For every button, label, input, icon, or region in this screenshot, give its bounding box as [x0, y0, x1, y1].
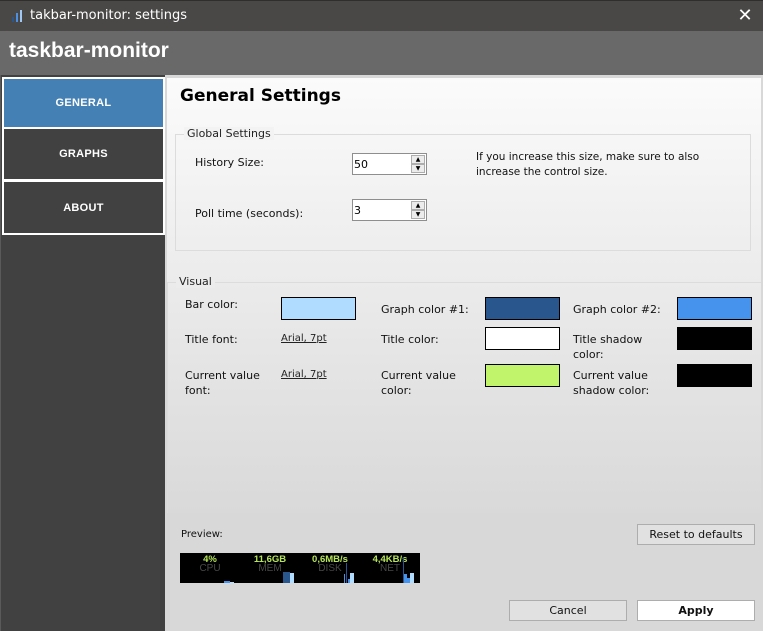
current-value-shadow-color-swatch[interactable]	[677, 364, 752, 387]
visual-group: Visual Bar color: Graph color #1: Graph …	[167, 275, 761, 513]
cancel-button[interactable]: Cancel	[509, 600, 627, 621]
bar-color-label: Bar color:	[185, 298, 238, 311]
title-color-label: Title color:	[381, 333, 439, 346]
current-value-color-swatch[interactable]	[485, 364, 560, 387]
preview-disk: 0,6MB/s DISK	[300, 553, 360, 583]
preview-graph-bar	[290, 573, 294, 583]
graph-color-2-swatch[interactable]	[677, 297, 752, 320]
global-settings-group: Global Settings History Size: ▲ ▼ Poll t…	[175, 127, 751, 251]
poll-time-stepper[interactable]: ▲ ▼	[352, 199, 427, 221]
preview-title: CPU	[199, 563, 221, 574]
title-font-label: Title font:	[185, 333, 238, 346]
title-color-swatch[interactable]	[485, 327, 560, 350]
preview-graph-bar	[350, 573, 354, 583]
current-value-font-label: Current value font:	[185, 369, 260, 397]
graph-color-1-swatch[interactable]	[485, 297, 560, 320]
close-button[interactable]: ✕	[733, 4, 757, 28]
preview-label: Preview:	[181, 529, 223, 540]
sidebar-item-general[interactable]: GENERAL	[2, 77, 165, 129]
preview-graph-bar	[230, 582, 234, 583]
graph-color-1-label: Graph color #1:	[381, 303, 469, 316]
current-value-color-label: Current value color:	[381, 369, 456, 397]
app-header: taskbar-monitor	[0, 31, 763, 75]
group-legend: Visual	[176, 275, 215, 288]
title-bar: takbar-monitor: settings ✕	[0, 0, 763, 31]
sidebar: GENERAL GRAPHS ABOUT	[0, 75, 165, 631]
current-value-font-link[interactable]: Arial, 7pt	[281, 369, 327, 380]
reset-defaults-button[interactable]: Reset to defaults	[637, 524, 755, 545]
history-size-hint: If you increase this size, make sure to …	[476, 151, 700, 178]
preview-net: 4,4KB/s NET	[360, 553, 420, 583]
history-size-input[interactable]	[354, 156, 409, 172]
page-title: General Settings	[180, 86, 341, 106]
settings-panel: General Settings Global Settings History…	[167, 78, 761, 513]
spin-down-icon[interactable]: ▼	[411, 164, 425, 173]
apply-button[interactable]: Apply	[637, 600, 755, 621]
current-value-shadow-color-label: Current value shadow color:	[573, 369, 650, 397]
bar-color-swatch[interactable]	[281, 297, 356, 320]
preview-graph-bar	[410, 573, 414, 583]
title-shadow-color-label: Title shadow color:	[573, 333, 643, 361]
sidebar-item-label: GENERAL	[55, 97, 112, 109]
window-title: takbar-monitor: settings	[30, 8, 188, 23]
history-size-stepper[interactable]: ▲ ▼	[352, 153, 427, 175]
sidebar-item-label: ABOUT	[63, 201, 104, 214]
sidebar-item-about[interactable]: ABOUT	[2, 180, 165, 235]
poll-time-input[interactable]	[354, 202, 409, 218]
spin-up-icon[interactable]: ▲	[411, 155, 425, 164]
sidebar-item-label: GRAPHS	[59, 148, 108, 160]
spin-up-icon[interactable]: ▲	[411, 201, 425, 210]
group-legend: Global Settings	[184, 127, 274, 140]
history-size-label: History Size:	[195, 156, 264, 169]
app-brand: taskbar-monitor	[9, 39, 169, 62]
bar-chart-icon	[12, 10, 22, 22]
spin-down-icon[interactable]: ▼	[411, 210, 425, 219]
title-font-link[interactable]: Arial, 7pt	[281, 333, 327, 344]
poll-time-label: Poll time (seconds):	[195, 207, 304, 220]
preview-graph-bar	[344, 574, 345, 583]
sidebar-item-graphs[interactable]: GRAPHS	[2, 127, 165, 181]
close-icon: ✕	[737, 5, 753, 26]
graph-color-2-label: Graph color #2:	[573, 303, 661, 316]
preview-mem: 11,6GB MEM	[240, 553, 300, 583]
preview-graph-bar	[283, 572, 290, 583]
preview-cpu: 4% CPU	[180, 553, 240, 583]
preview-graph-bar	[346, 563, 347, 583]
title-shadow-color-swatch[interactable]	[677, 327, 752, 350]
preview-strip: 4% CPU 11,6GB MEM 0,6MB/s DISK 4,4KB/s N…	[180, 553, 420, 583]
